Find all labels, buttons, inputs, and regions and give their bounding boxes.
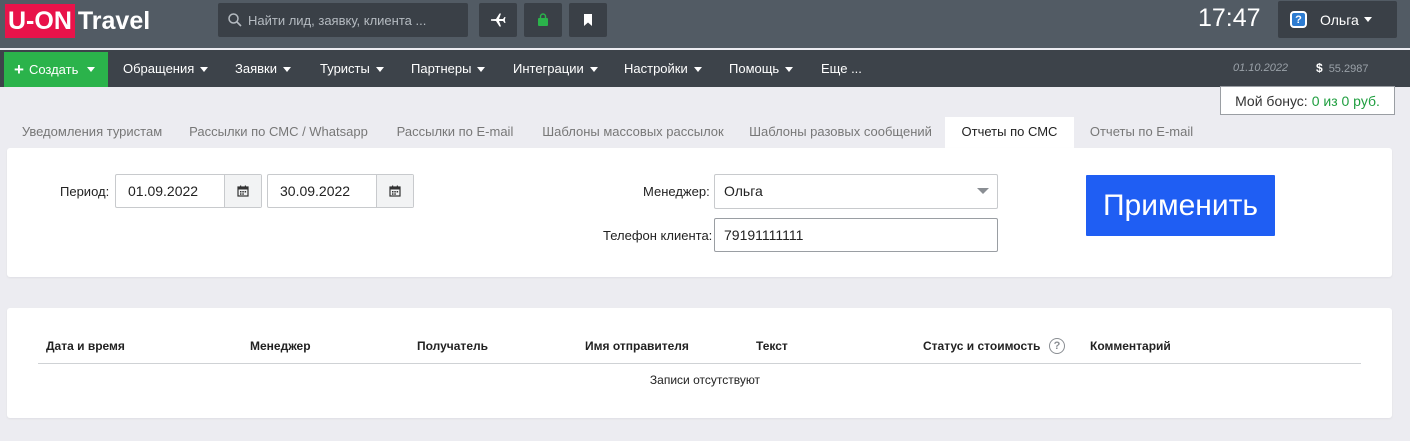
user-menu[interactable]: ? Ольга	[1278, 1, 1397, 38]
chevron-down-icon	[1363, 17, 1372, 22]
bookmarks-button[interactable]	[569, 3, 607, 37]
table-divider	[38, 363, 1361, 364]
manager-select[interactable]: Ольга	[714, 174, 998, 209]
tab-label: Уведомления туристам	[21, 124, 163, 139]
nav-item-integrations[interactable]: Интеграции	[513, 50, 598, 87]
nav-label: Еще ...	[821, 61, 862, 76]
manager-value: Ольга	[724, 183, 763, 199]
nav-label: Помощь	[729, 61, 780, 76]
current-date: 01.10.2022	[1233, 62, 1289, 74]
manager-label: Менеджер:	[643, 184, 710, 199]
bonus-label: Мой бонус:	[1235, 92, 1308, 109]
column-header-manager: Менеджер	[250, 339, 311, 353]
plus-icon: +	[14, 59, 24, 79]
nav-item-partners[interactable]: Партнеры	[411, 50, 486, 87]
column-header-datetime: Дата и время	[46, 339, 125, 353]
calendar-icon[interactable]	[224, 175, 261, 207]
column-header-status-cost: Статус и стоимость	[923, 339, 1041, 353]
apply-button[interactable]: Применить	[1086, 175, 1275, 236]
dropdown-arrow-icon	[977, 188, 989, 194]
nav-item-appeals[interactable]: Обращения	[123, 50, 209, 87]
nav-item-settings[interactable]: Настройки	[624, 50, 702, 87]
clock: 17:47	[1198, 4, 1261, 32]
tab-email-reports[interactable]: Отчеты по E-mail	[1078, 117, 1205, 148]
help-icon[interactable]: ?	[1290, 11, 1307, 28]
shopping-bag-icon	[538, 13, 548, 26]
chevron-down-icon	[375, 67, 384, 73]
date-to-field[interactable]: 30.09.2022	[267, 174, 414, 208]
nav-label: Обращения	[123, 61, 195, 76]
tab-sms-reports[interactable]: Отчеты по СМС	[945, 117, 1074, 148]
flights-button[interactable]	[479, 3, 517, 37]
phone-input[interactable]	[714, 218, 998, 252]
chevron-down-icon	[87, 67, 96, 72]
tab-label: Шаблоны разовых сообщений	[749, 124, 932, 139]
column-header-comment: Комментарий	[1090, 339, 1171, 353]
question-icon[interactable]: ?	[1049, 338, 1065, 354]
bonus-box: Мой бонус: 0 из 0 руб.	[1220, 86, 1395, 115]
date-from-value: 01.09.2022	[128, 183, 199, 199]
search-input[interactable]	[248, 12, 448, 28]
nav-item-requests[interactable]: Заявки	[235, 50, 291, 87]
date-to-value: 30.09.2022	[280, 183, 351, 199]
bonus-value: 0 из 0 руб.	[1311, 92, 1380, 109]
dollar-icon: $	[1316, 61, 1323, 75]
airplane-icon	[491, 13, 506, 27]
chevron-down-icon	[282, 67, 291, 73]
main-nav: + Создать Обращения Заявки Туристы Партн…	[0, 50, 1410, 87]
chevron-down-icon	[785, 67, 794, 73]
exchange-rate: $55.2987	[1316, 50, 1368, 87]
empty-table-message: Записи отсутствуют	[649, 373, 761, 387]
tab-label: Рассылки по СМС / Whatsapp	[189, 124, 368, 139]
tab-label: Отчеты по СМС	[961, 124, 1058, 139]
top-bar: U-ON Travel 17:47 ? Ольга	[0, 0, 1410, 48]
tab-label: Отчеты по E-mail	[1089, 124, 1194, 139]
nav-label: Партнеры	[411, 61, 472, 76]
tab-label: Рассылки по E-mail	[396, 124, 514, 139]
create-label: Создать	[28, 62, 79, 77]
nav-item-help[interactable]: Помощь	[729, 50, 794, 87]
tab-email-mailings[interactable]: Рассылки по E-mail	[384, 117, 526, 148]
nav-item-tourists[interactable]: Туристы	[320, 50, 384, 87]
column-header-recipient: Получатель	[417, 339, 488, 353]
tab-mass-templates[interactable]: Шаблоны массовых рассылок	[533, 117, 733, 148]
date-from-field[interactable]: 01.09.2022	[115, 174, 262, 208]
logo[interactable]: U-ON Travel	[5, 4, 150, 38]
chevron-down-icon	[693, 67, 702, 73]
bookmark-icon	[584, 14, 592, 26]
nav-label: Настройки	[624, 61, 688, 76]
search-icon	[228, 13, 242, 27]
rate-value: 55.2987	[1328, 63, 1369, 75]
chevron-down-icon	[589, 67, 598, 73]
phone-label: Телефон клиента:	[603, 228, 713, 243]
tab-single-templates[interactable]: Шаблоны разовых сообщений	[740, 117, 941, 148]
logo-travel: Travel	[77, 6, 151, 35]
calendar-icon[interactable]	[376, 175, 413, 207]
search-box[interactable]	[218, 3, 468, 37]
column-header-text: Текст	[756, 339, 788, 353]
user-name: Ольга	[1320, 11, 1359, 28]
create-button[interactable]: + Создать	[4, 52, 108, 87]
chevron-down-icon	[477, 67, 486, 73]
shop-button[interactable]	[524, 3, 562, 37]
period-label: Период:	[60, 184, 110, 199]
tab-sms-whatsapp-mailings[interactable]: Рассылки по СМС / Whatsapp	[180, 117, 377, 148]
logo-uon: U-ON	[5, 4, 75, 38]
tab-label: Шаблоны массовых рассылок	[542, 124, 724, 139]
nav-label: Заявки	[235, 61, 277, 76]
nav-item-more[interactable]: Еще ...	[821, 50, 862, 87]
chevron-down-icon	[200, 67, 209, 73]
column-header-sender-name: Имя отправителя	[585, 339, 689, 353]
nav-label: Туристы	[320, 61, 370, 76]
nav-label: Интеграции	[513, 61, 584, 76]
tab-tourist-notifications[interactable]: Уведомления туристам	[8, 117, 176, 148]
